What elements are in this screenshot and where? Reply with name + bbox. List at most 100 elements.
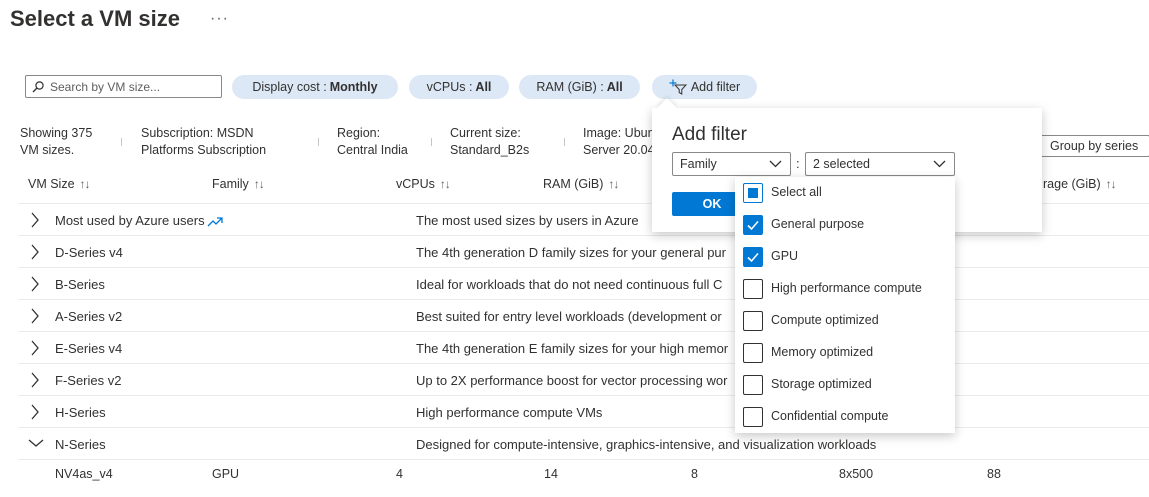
series-description: Ideal for workloads that do not need con…: [416, 277, 723, 292]
column-header-ram[interactable]: RAM (GiB) ↑↓: [543, 177, 619, 191]
display-cost-value: Monthly: [329, 80, 378, 94]
divider: [564, 138, 565, 146]
sort-icon: ↑↓: [439, 177, 451, 191]
option-label: Storage optimized: [771, 377, 872, 391]
checkmark-icon: [747, 252, 759, 263]
series-description: Best suited for entry level workloads (d…: [416, 309, 722, 324]
add-filter-title: Add filter: [672, 124, 747, 145]
series-description: The 4th generation D family sizes for yo…: [416, 245, 726, 260]
series-description: High performance compute VMs: [416, 405, 603, 420]
ram-filter[interactable]: RAM (GiB) : All: [519, 75, 640, 99]
vcpus-filter[interactable]: vCPUs : All: [409, 75, 509, 99]
search-icon: [32, 80, 44, 92]
ram-filter-label: RAM (GiB) :: [536, 80, 604, 94]
option-label: High performance compute: [771, 281, 922, 295]
ram-filter-value: All: [606, 80, 623, 94]
option-label: Select all: [771, 185, 822, 199]
checkbox-unchecked[interactable]: [743, 343, 763, 363]
trending-up-icon: [207, 216, 223, 227]
add-filter-button[interactable]: Add filter: [652, 75, 757, 99]
search-input[interactable]: [50, 79, 210, 94]
checkbox-unchecked[interactable]: [743, 279, 763, 299]
series-name: B-Series: [55, 277, 105, 292]
option-storage-optimized[interactable]: Storage optimized: [735, 369, 955, 401]
option-general-purpose[interactable]: General purpose: [735, 209, 955, 241]
region-line-2: Central India: [337, 143, 408, 157]
checkbox-partial[interactable]: [743, 183, 763, 203]
checkbox-unchecked[interactable]: [743, 311, 763, 331]
column-header-vm-size[interactable]: VM Size ↑↓: [28, 177, 91, 191]
sort-icon: ↑↓: [608, 177, 619, 191]
chevron-right-icon[interactable]: [30, 276, 40, 292]
filter-value-text: 2 selected: [813, 157, 870, 171]
series-row[interactable]: E-Series v4 The 4th generation E family …: [18, 331, 1149, 363]
group-by-series-button[interactable]: Group by series: [1040, 135, 1149, 157]
filter-value-select[interactable]: 2 selected: [805, 152, 955, 176]
column-header-vcpus[interactable]: vCPUs ↑↓: [396, 177, 451, 191]
column-header-label: rage (GiB): [1043, 177, 1101, 191]
chevron-down-icon: [769, 160, 782, 168]
series-row[interactable]: F-Series v2 Up to 2X performance boost f…: [18, 363, 1149, 395]
display-cost-filter[interactable]: Display cost : Monthly: [232, 75, 398, 99]
vm-count-line-1: Showing 375: [20, 126, 93, 140]
option-gpu[interactable]: GPU: [735, 241, 955, 273]
more-options-button[interactable]: ···: [210, 10, 229, 28]
filter-field-select[interactable]: Family: [672, 152, 791, 176]
family-cell: GPU: [212, 467, 240, 481]
option-label: Confidential compute: [771, 409, 889, 423]
column-header-family[interactable]: Family ↑↓: [212, 177, 265, 191]
vcpus-cell: 4: [396, 467, 403, 481]
series-name: F-Series v2: [55, 373, 122, 388]
series-row[interactable]: A-Series v2 Best suited for entry level …: [18, 299, 1149, 331]
family-options-dropdown: Select all General purpose GPU High perf…: [735, 177, 955, 433]
option-label: Memory optimized: [771, 345, 874, 359]
chevron-right-icon[interactable]: [30, 340, 40, 356]
ram-cell: 14: [544, 467, 558, 481]
search-box[interactable]: [25, 75, 222, 98]
option-high-performance-compute[interactable]: High performance compute: [735, 273, 955, 305]
option-select-all[interactable]: Select all: [735, 177, 955, 209]
column-header-label: vCPUs: [396, 177, 435, 191]
subscription-line-2: Platforms Subscription: [141, 143, 267, 157]
column-header-storage[interactable]: rage (GiB) ↑↓: [1043, 177, 1117, 191]
subscription-line-1: Subscription: MSDN: [141, 126, 254, 140]
chevron-down-icon: [933, 160, 946, 168]
checkbox-checked[interactable]: [743, 247, 763, 267]
series-name: A-Series v2: [55, 309, 123, 324]
series-name: H-Series: [55, 405, 106, 420]
series-row[interactable]: H-Series High performance compute VMs: [18, 395, 1149, 427]
option-confidential-compute[interactable]: Confidential compute: [735, 401, 955, 433]
chevron-down-icon[interactable]: [28, 438, 44, 448]
sort-icon: ↑↓: [253, 177, 265, 191]
chevron-right-icon[interactable]: [30, 372, 40, 388]
series-row[interactable]: N-Series Designed for compute-intensive,…: [18, 427, 1149, 459]
filter-colon: :: [796, 156, 800, 171]
vcpus-filter-label: vCPUs :: [426, 80, 473, 94]
chevron-right-icon[interactable]: [30, 308, 40, 324]
option-compute-optimized[interactable]: Compute optimized: [735, 305, 955, 337]
display-cost-label: Display cost :: [252, 80, 327, 94]
data-disks-cell: 8: [691, 467, 698, 481]
checkbox-checked[interactable]: [743, 215, 763, 235]
divider: [431, 138, 432, 146]
divider: [121, 138, 122, 146]
chevron-right-icon[interactable]: [30, 212, 40, 228]
add-filter-label: Add filter: [690, 80, 741, 94]
series-description: Designed for compute-intensive, graphics…: [416, 437, 877, 452]
vm-size-row[interactable]: [18, 459, 1149, 497]
checkbox-unchecked[interactable]: [743, 375, 763, 395]
region-info: Region: Central India: [337, 125, 408, 159]
series-name: E-Series v4: [55, 341, 123, 356]
chevron-right-icon[interactable]: [30, 244, 40, 260]
image-line-1: Image: Ubun: [583, 126, 655, 140]
panel-notch: [657, 98, 677, 118]
option-label: General purpose: [771, 217, 865, 231]
series-row[interactable]: D-Series v4 The 4th generation D family …: [18, 235, 1149, 267]
filter-field-value: Family: [680, 157, 717, 171]
series-row[interactable]: B-Series Ideal for workloads that do not…: [18, 267, 1149, 299]
image-line-2: Server 20.04: [583, 143, 655, 157]
checkbox-unchecked[interactable]: [743, 407, 763, 427]
chevron-right-icon[interactable]: [30, 404, 40, 420]
subscription-info: Subscription: MSDN Platforms Subscriptio…: [141, 125, 266, 159]
option-memory-optimized[interactable]: Memory optimized: [735, 337, 955, 369]
